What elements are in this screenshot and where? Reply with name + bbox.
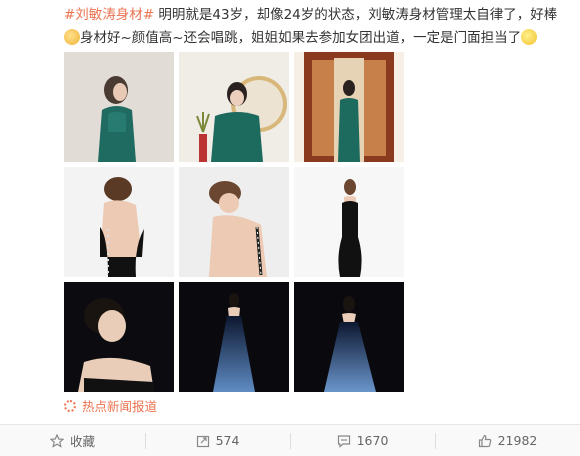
photo-3-image <box>294 52 404 162</box>
photo-8-image <box>179 282 289 392</box>
favorite-label: 收藏 <box>69 434 95 449</box>
thumbs-up-icon <box>478 434 491 447</box>
photo-3[interactable] <box>294 52 404 162</box>
photo-1-image <box>64 52 174 162</box>
comment-icon <box>337 434 350 448</box>
repost-count: 574 <box>215 433 240 448</box>
action-bar: 收藏 574 1670 21982 <box>0 424 580 456</box>
favorite-button[interactable]: 收藏 <box>0 425 145 456</box>
like-button[interactable]: 21982 <box>435 425 580 456</box>
photo-2-image <box>179 52 289 162</box>
source-label: 热点新闻报道 <box>82 399 158 414</box>
post-text: #刘敏涛身材# 明明就是43岁，却像24岁的状态，刘敏涛身材管理太自律了，好棒 … <box>64 4 574 50</box>
weibo-post: #刘敏涛身材# 明明就是43岁，却像24岁的状态，刘敏涛身材管理太自律了，好棒 … <box>0 0 580 420</box>
photo-9[interactable] <box>294 282 404 392</box>
photo-4[interactable] <box>64 167 174 277</box>
photo-7-image <box>64 282 174 392</box>
laugh-emoji-icon <box>521 29 538 45</box>
comment-button[interactable]: 1670 <box>290 425 435 456</box>
source-link[interactable]: 热点新闻报道 <box>64 396 157 415</box>
repost-button[interactable]: 574 <box>145 425 290 456</box>
photo-5-image <box>179 167 289 277</box>
star-icon <box>49 433 64 448</box>
hashtag-link[interactable]: #刘敏涛身材# <box>64 7 154 23</box>
photo-8[interactable] <box>179 282 289 392</box>
photo-5[interactable] <box>179 167 289 277</box>
photo-6-image <box>294 167 404 277</box>
photo-6[interactable] <box>294 167 404 277</box>
photo-7[interactable] <box>64 282 174 392</box>
post-text-line1: 明明就是43岁，却像24岁的状态，刘敏涛身材管理太自律了，好棒 <box>154 7 558 23</box>
photo-4-image <box>64 167 174 277</box>
comment-count: 1670 <box>356 433 389 448</box>
photo-2[interactable] <box>179 52 289 162</box>
photo-9-image <box>294 282 404 392</box>
thumb-up-emoji-icon <box>64 29 80 45</box>
post-text-line2: 身材好~颜值高~还会唱跳，姐姐如果去参加女团出道，一定是门面担当了 <box>80 30 522 46</box>
photo-1[interactable] <box>64 52 174 162</box>
like-count: 21982 <box>497 433 538 448</box>
news-flower-icon <box>64 399 76 412</box>
repost-icon <box>196 435 209 447</box>
photo-grid <box>64 52 404 392</box>
